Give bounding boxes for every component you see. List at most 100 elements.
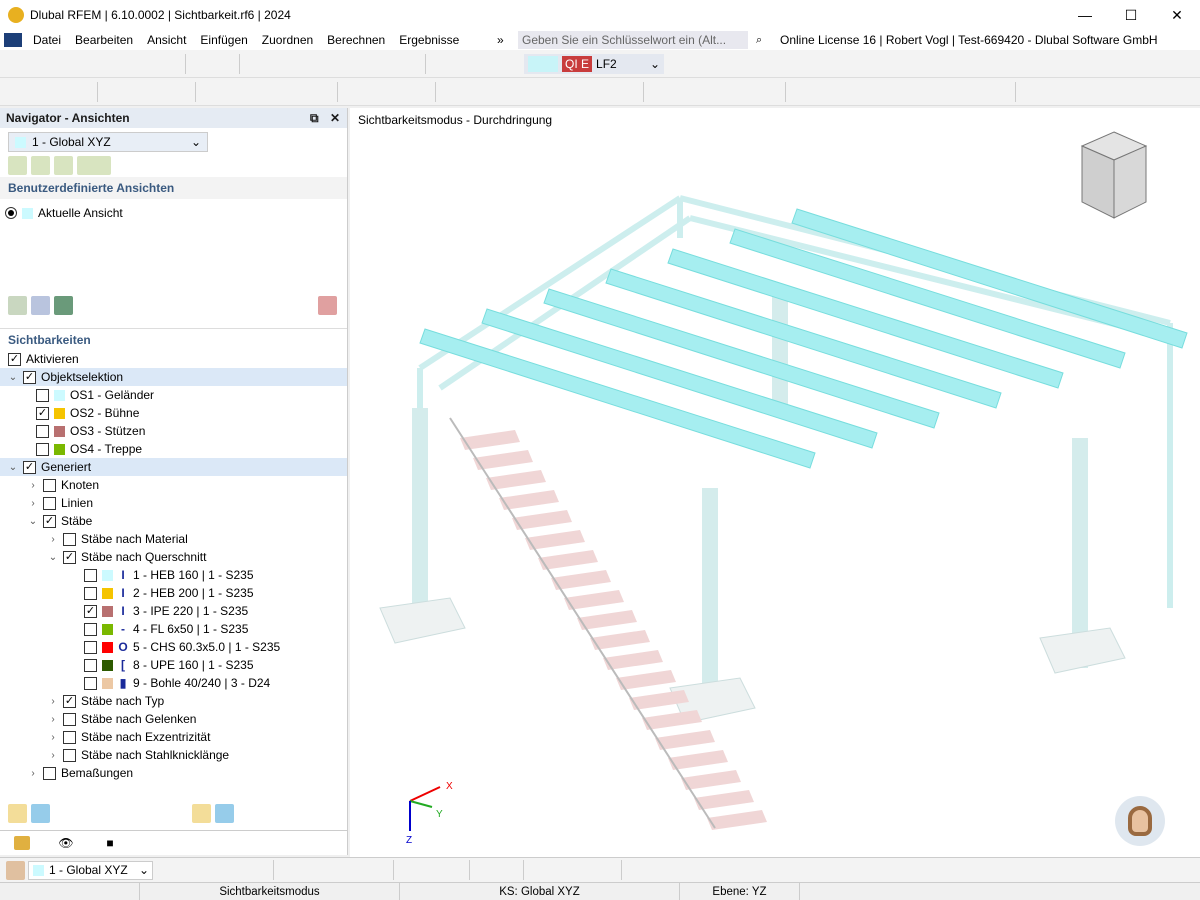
toolbar-icon[interactable] xyxy=(422,860,441,879)
chevron-right-icon[interactable]: › xyxy=(28,768,38,779)
toolbar-icon[interactable] xyxy=(476,860,495,879)
toolbar-icon[interactable] xyxy=(432,54,451,73)
navigator-tool-icon[interactable] xyxy=(8,804,27,823)
checkbox[interactable] xyxy=(84,640,97,654)
view-select[interactable]: 1 - Global XYZ ⌄ xyxy=(8,132,208,152)
tree-item[interactable]: › Stäbe nach Material xyxy=(0,530,187,548)
toolbar-icon[interactable] xyxy=(312,54,331,73)
toolbar-icon[interactable] xyxy=(760,860,779,879)
toolbar-icon[interactable] xyxy=(530,82,549,101)
navigator-tool-icon[interactable] xyxy=(123,804,142,823)
toolbar-icon[interactable] xyxy=(574,860,593,879)
toolbar-icon[interactable] xyxy=(814,82,833,101)
toolbar-icon[interactable] xyxy=(192,54,211,73)
checkbox[interactable]: ✓ xyxy=(63,694,76,708)
checkbox[interactable] xyxy=(63,532,76,546)
view-y-icon[interactable] xyxy=(31,156,50,175)
toolbar-icon[interactable] xyxy=(935,54,954,73)
toolbar-icon[interactable] xyxy=(902,82,921,101)
checkbox[interactable]: ✓ xyxy=(63,550,76,564)
toolbar-icon[interactable] xyxy=(454,54,473,73)
tree-item[interactable]: ✓ I 3 - IPE 220 | 1 - S235 xyxy=(0,602,248,620)
assistant-avatar[interactable] xyxy=(1115,796,1165,846)
toolbar-icon[interactable] xyxy=(803,54,822,73)
chevron-down-icon[interactable]: ⌄ xyxy=(8,372,18,383)
toolbar-icon[interactable] xyxy=(694,860,713,879)
tree-item[interactable]: ⌄ ✓ Objektselektion xyxy=(0,368,347,386)
toolbar-icon[interactable] xyxy=(204,860,223,879)
toolbar-icon[interactable] xyxy=(650,860,669,879)
navigator-tool-icon[interactable] xyxy=(169,804,188,823)
float-panel-icon[interactable]: ⧉ xyxy=(310,111,319,126)
toolbar-icon[interactable] xyxy=(268,82,287,101)
checkbox[interactable] xyxy=(36,442,49,456)
toolbar-icon[interactable] xyxy=(693,54,712,73)
bottom-view-select[interactable]: 1 - Global XYZ ⌄ xyxy=(28,860,153,880)
3d-viewport[interactable]: Sichtbarkeitsmodus - Durchdringung X Y Z xyxy=(350,108,1200,857)
toolbar-icon[interactable] xyxy=(957,54,976,73)
search-input[interactable]: Geben Sie ein Schlüsselwort ein (Alt... xyxy=(518,31,748,49)
toolbar-icon[interactable] xyxy=(368,860,387,879)
toolbar-icon[interactable] xyxy=(836,82,855,101)
search-icon[interactable]: ⌕ xyxy=(756,34,762,47)
toolbar-icon[interactable] xyxy=(826,860,845,879)
tree-item[interactable]: › Stäbe nach Stahlknicklänge xyxy=(0,746,229,764)
minimize-button[interactable]: — xyxy=(1062,0,1108,30)
toolbar-icon[interactable] xyxy=(782,860,801,879)
chevron-down-icon[interactable]: ⌄ xyxy=(48,552,58,563)
toolbar-icon[interactable] xyxy=(324,860,343,879)
toolbar-icon[interactable] xyxy=(946,82,965,101)
tree-item[interactable]: › Knoten xyxy=(0,476,99,494)
tab-views[interactable]: ■ xyxy=(88,831,132,855)
toolbar-icon[interactable] xyxy=(759,54,778,73)
toolbar-icon[interactable] xyxy=(848,860,867,879)
checkbox[interactable] xyxy=(36,388,49,402)
tree-item[interactable]: -4 - FL 6x50 | 1 - S235 xyxy=(0,620,248,638)
tab-display[interactable]: 👁 xyxy=(44,831,88,855)
checkbox[interactable]: ✓ xyxy=(23,460,36,474)
checkbox[interactable]: ✓ xyxy=(36,406,49,420)
toolbar-icon[interactable] xyxy=(346,860,365,879)
navigator-tool-icon[interactable] xyxy=(77,804,96,823)
checkbox[interactable] xyxy=(43,496,56,510)
toolbar-icon[interactable] xyxy=(781,54,800,73)
toolbar-icon[interactable] xyxy=(880,82,899,101)
toolbar-icon[interactable] xyxy=(410,82,429,101)
toolbar-icon[interactable] xyxy=(388,82,407,101)
checkbox[interactable]: ✓ xyxy=(8,352,21,366)
tree-item[interactable]: OS3 - Stützen xyxy=(0,422,145,440)
toolbar-icon[interactable] xyxy=(312,82,331,101)
checkbox[interactable] xyxy=(84,568,97,582)
chevron-right-icon[interactable]: › xyxy=(48,696,58,707)
toolbar-icon[interactable] xyxy=(138,54,157,73)
toolbar-icon[interactable] xyxy=(628,860,647,879)
tree-item[interactable]: › Bemaßungen xyxy=(0,764,133,782)
toolbar-icon[interactable] xyxy=(891,54,910,73)
navigator-tool-icon[interactable] xyxy=(100,804,119,823)
toolbar-icon[interactable] xyxy=(804,860,823,879)
toolbar-icon[interactable] xyxy=(913,54,932,73)
chevron-right-icon[interactable]: › xyxy=(48,534,58,545)
menu-overflow-button[interactable]: » xyxy=(497,33,504,47)
toolbar-icon[interactable] xyxy=(50,82,69,101)
toolbar-icon[interactable] xyxy=(94,54,113,73)
checkbox[interactable]: ✓ xyxy=(43,514,56,528)
add-view-icon[interactable] xyxy=(8,296,27,315)
navigator-tool-icon[interactable] xyxy=(192,804,211,823)
tree-item[interactable]: › ✓ Stäbe nach Typ xyxy=(0,692,164,710)
delete-view-icon[interactable] xyxy=(318,296,337,315)
toolbar-icon[interactable] xyxy=(302,860,321,879)
toolbar-icon[interactable] xyxy=(400,860,419,879)
toolbar-icon[interactable] xyxy=(486,82,505,101)
checkbox[interactable] xyxy=(63,730,76,744)
menu-item[interactable]: Datei xyxy=(26,33,68,47)
chevron-down-icon[interactable]: ⌄ xyxy=(28,516,38,527)
toolbar-icon[interactable] xyxy=(508,82,527,101)
toolbar-icon[interactable] xyxy=(716,860,735,879)
edit-view-icon[interactable] xyxy=(31,296,50,315)
toolbar-icon[interactable] xyxy=(28,54,47,73)
menu-item[interactable]: Einfügen xyxy=(193,33,254,47)
checkbox[interactable] xyxy=(84,586,97,600)
toolbar-icon[interactable] xyxy=(464,82,483,101)
menu-item[interactable]: Zuordnen xyxy=(255,33,320,47)
